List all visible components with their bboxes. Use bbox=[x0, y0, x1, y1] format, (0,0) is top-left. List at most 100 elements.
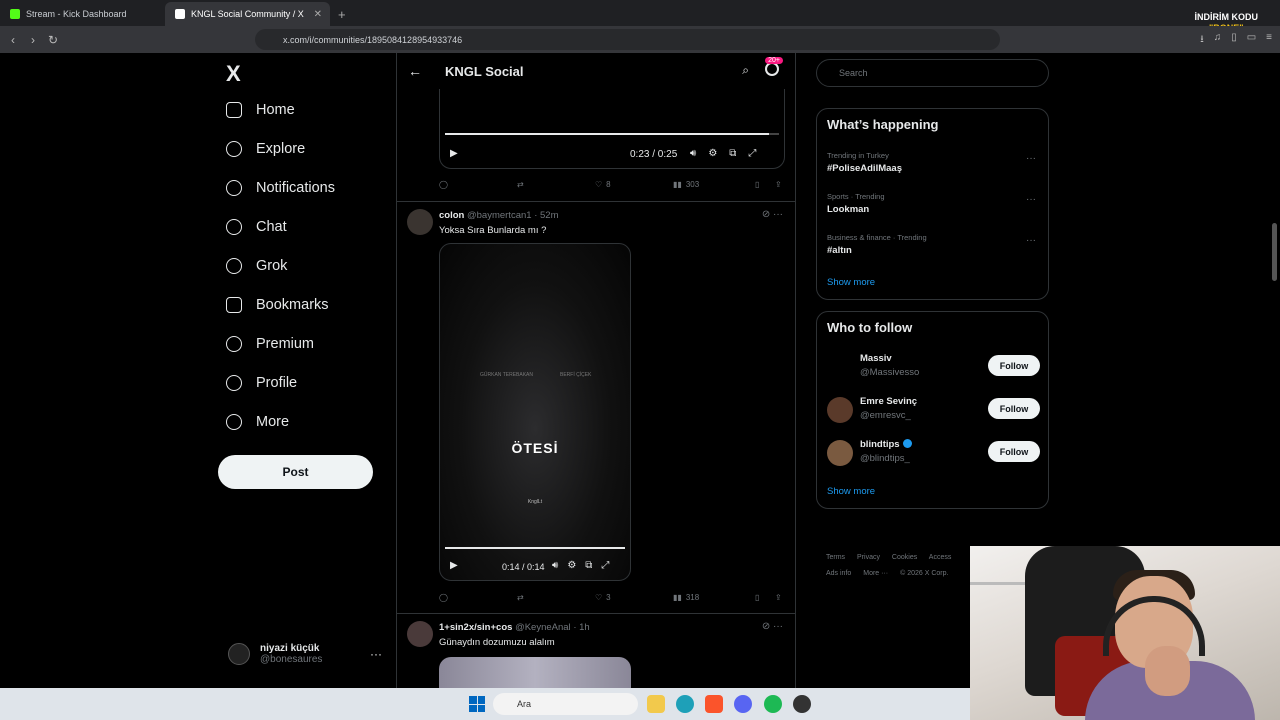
views-button[interactable]: ▮▮ 318 bbox=[673, 593, 755, 602]
nav-chat[interactable]: Chat bbox=[226, 219, 287, 235]
more-dots-icon[interactable]: ··· bbox=[1026, 235, 1036, 246]
trend-item[interactable]: Sports · Trending Lookman bbox=[827, 192, 885, 215]
x-logo-icon[interactable]: X bbox=[226, 61, 241, 87]
settings-icon[interactable]: ⚙ bbox=[708, 148, 717, 159]
tweet-time[interactable]: 1h bbox=[579, 622, 590, 633]
nav-profile[interactable]: Profile bbox=[226, 375, 297, 391]
follow-button[interactable]: Follow bbox=[988, 398, 1040, 419]
file-explorer-icon[interactable] bbox=[647, 695, 665, 713]
follow-suggestion[interactable]: blindtips @blindtips_ Follow bbox=[827, 438, 1040, 468]
brave-icon[interactable] bbox=[705, 695, 723, 713]
url-field[interactable]: x.com/i/communities/1895084128954933746 bbox=[255, 29, 1000, 50]
repost-icon[interactable]: ⇄ bbox=[517, 593, 595, 602]
gear-icon[interactable] bbox=[765, 62, 779, 76]
nav-home[interactable]: Home bbox=[226, 102, 295, 118]
video-progress[interactable] bbox=[445, 133, 779, 135]
more-dots-icon[interactable]: ⊘ ··· bbox=[762, 621, 783, 632]
show-more-link[interactable]: Show more bbox=[827, 277, 875, 288]
edge-icon[interactable] bbox=[676, 695, 694, 713]
back-icon[interactable]: ‹ bbox=[3, 33, 23, 47]
search-icon[interactable]: ⌕ bbox=[742, 63, 749, 78]
video-player[interactable]: ▶ 0:23 / 0:25 🔊︎ ⚙ ⧉ ⤢ bbox=[439, 89, 785, 169]
windows-start-icon[interactable] bbox=[469, 696, 485, 712]
scrollbar-thumb[interactable] bbox=[1272, 223, 1277, 281]
avatar[interactable] bbox=[407, 621, 433, 647]
fullscreen-icon[interactable]: ⤢ bbox=[601, 560, 609, 571]
video-progress-fill bbox=[445, 133, 769, 135]
search-input[interactable]: Search bbox=[816, 59, 1049, 87]
tweet-media[interactable] bbox=[439, 657, 631, 688]
discord-icon[interactable] bbox=[734, 695, 752, 713]
tweet-time[interactable]: 52m bbox=[540, 210, 558, 221]
like-button[interactable]: ♡ 3 bbox=[595, 593, 673, 602]
tweet-author-name[interactable]: 1+sin2x/sin+cos bbox=[439, 622, 512, 633]
trend-item[interactable]: Business & finance · Trending #altın bbox=[827, 233, 927, 256]
more-dots-icon[interactable]: ··· bbox=[1026, 194, 1036, 205]
reply-icon[interactable]: ◯ bbox=[439, 593, 517, 602]
avatar bbox=[228, 643, 250, 665]
share-icon[interactable]: ⇪ bbox=[775, 180, 782, 189]
repost-icon[interactable]: ⇄ bbox=[517, 180, 595, 189]
taskbar-search[interactable]: Ara bbox=[493, 693, 638, 715]
follow-name: Emre Sevinç bbox=[860, 396, 918, 407]
reply-icon[interactable]: ◯ bbox=[439, 180, 517, 189]
follow-suggestion[interactable]: Massiv @Massivesso Follow bbox=[827, 352, 1040, 382]
menu-icon[interactable]: ≡ bbox=[1266, 32, 1272, 49]
bookmark-icon[interactable]: ▯ bbox=[755, 593, 775, 602]
settings-icon[interactable]: ⚙ bbox=[567, 560, 576, 571]
browser-tab-x[interactable]: KNGL Social Community / X ✕ bbox=[165, 2, 330, 26]
avatar[interactable] bbox=[407, 209, 433, 235]
pip-icon[interactable]: ⧉ bbox=[585, 560, 592, 571]
close-icon[interactable]: ✕ bbox=[314, 9, 322, 20]
video-controls: 🔊︎ ⚙ ⧉ ⤢ bbox=[690, 148, 756, 159]
nav-grok[interactable]: Grok bbox=[226, 258, 287, 274]
back-arrow-icon[interactable]: ← bbox=[397, 63, 433, 79]
bookmark-icon[interactable]: ▯ bbox=[755, 180, 775, 189]
footer-link[interactable]: Privacy bbox=[857, 554, 880, 561]
more-dots-icon[interactable]: ··· bbox=[370, 647, 382, 661]
video-progress[interactable] bbox=[445, 547, 625, 549]
fullscreen-icon[interactable]: ⤢ bbox=[748, 148, 756, 159]
trend-item[interactable]: Trending in Turkey #PoliseAdilMaaş bbox=[827, 151, 902, 174]
like-button[interactable]: ♡ 8 bbox=[595, 180, 673, 189]
sidebar-icon[interactable]: ▯ bbox=[1231, 32, 1237, 49]
follow-button[interactable]: Follow bbox=[988, 441, 1040, 462]
spotify-icon[interactable] bbox=[764, 695, 782, 713]
forward-icon[interactable]: › bbox=[23, 33, 43, 47]
volume-icon[interactable]: 🔊︎ bbox=[690, 148, 696, 159]
footer-link[interactable]: Cookies bbox=[892, 554, 917, 561]
wallet-icon[interactable]: ▭ bbox=[1247, 32, 1256, 49]
download-icon[interactable]: ⭳ bbox=[1200, 32, 1204, 49]
music-icon[interactable]: ♫ bbox=[1214, 32, 1222, 49]
footer-link[interactable]: Access bbox=[929, 554, 952, 561]
views-button[interactable]: ▮▮ 303 bbox=[673, 180, 755, 189]
more-dots-icon[interactable]: ⊘ ··· bbox=[762, 209, 783, 220]
nav-explore[interactable]: Explore bbox=[226, 141, 305, 157]
follow-button[interactable]: Follow bbox=[988, 355, 1040, 376]
video-player[interactable]: GÜRKAN TEREBAKAN BERFİ ÇİÇEK ÖTESİ KnglL… bbox=[439, 243, 631, 581]
new-tab-icon[interactable]: + bbox=[330, 7, 354, 26]
follow-suggestion[interactable]: Emre Sevinç @emresvc_ Follow bbox=[827, 395, 1040, 425]
reload-icon[interactable]: ↻ bbox=[43, 33, 63, 47]
nav-bookmarks[interactable]: Bookmarks bbox=[226, 297, 329, 313]
browser-tab-kick[interactable]: Stream - Kick Dashboard bbox=[0, 2, 165, 26]
show-more-link[interactable]: Show more bbox=[827, 486, 875, 497]
tweet-handle[interactable]: @baymertcan1 bbox=[467, 210, 532, 221]
nav-notifications[interactable]: Notifications bbox=[226, 180, 335, 196]
share-icon[interactable]: ⇪ bbox=[775, 593, 782, 602]
tweet-author-name[interactable]: colon bbox=[439, 210, 464, 221]
tweet-handle[interactable]: @KeyneAnal bbox=[515, 622, 571, 633]
obs-icon[interactable] bbox=[793, 695, 811, 713]
nav-premium[interactable]: Premium bbox=[226, 336, 314, 352]
nav-more[interactable]: More bbox=[226, 414, 289, 430]
play-icon[interactable]: ▶ bbox=[450, 148, 458, 159]
footer-link[interactable]: Terms bbox=[826, 554, 845, 561]
footer-link[interactable]: Ads info bbox=[826, 570, 851, 577]
account-switcher[interactable]: niyazi küçük @bonesaures ··· bbox=[228, 643, 382, 665]
volume-icon[interactable]: 🔊︎ bbox=[552, 560, 558, 571]
play-icon[interactable]: ▶ bbox=[450, 560, 458, 571]
footer-link[interactable]: More ··· bbox=[863, 570, 888, 577]
pip-icon[interactable]: ⧉ bbox=[729, 148, 736, 159]
more-dots-icon[interactable]: ··· bbox=[1026, 153, 1036, 164]
post-button[interactable]: Post bbox=[218, 455, 373, 489]
